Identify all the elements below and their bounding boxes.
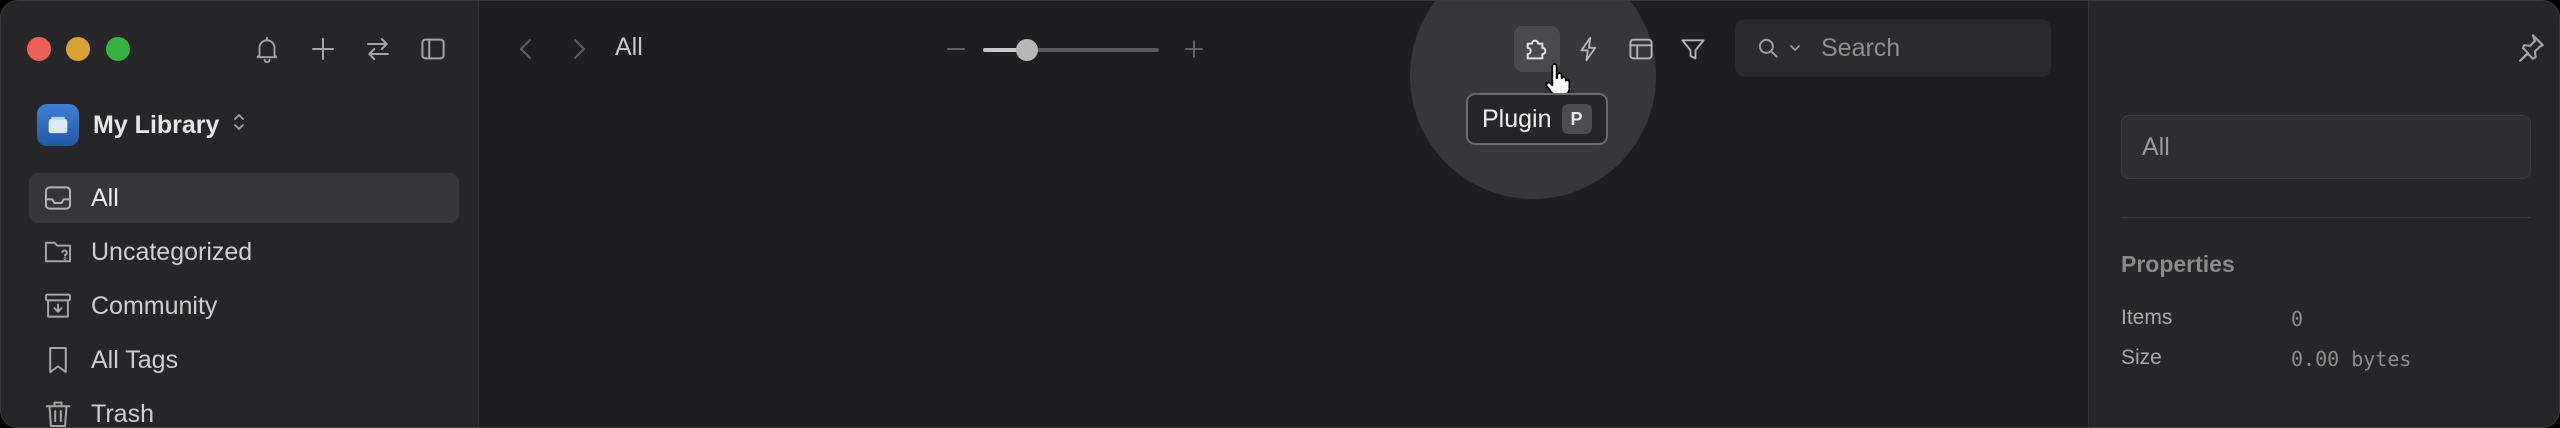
lightning-icon[interactable] [1569,29,1609,69]
app-window: My Library All Uncategorized Community A… [0,0,2560,428]
sidebar-item-community[interactable]: Community [29,281,459,331]
divider [2121,217,2531,218]
minimize-window-button[interactable] [66,37,90,61]
search-icon [1758,38,1778,58]
sidebar-item-uncategorized[interactable]: Uncategorized [29,227,459,277]
sidebar-nav: All Uncategorized Community All Tags Tra… [29,173,459,428]
chevron-up-down-icon [233,112,245,138]
library-name: My Library [93,110,220,139]
sidebar-item-all[interactable]: All [29,173,459,223]
swap-arrows-icon[interactable] [360,31,396,67]
zoom-in-icon[interactable] [1179,29,1209,69]
sidebar-item-label: All [91,183,119,212]
folder-question-icon [44,241,72,263]
property-value-size: 0.00 bytes [2291,347,2412,371]
property-label-items: Items [2121,306,2173,329]
folder-name-field[interactable]: All [2121,115,2531,179]
library-icon [37,104,79,146]
sidebar-item-all-tags[interactable]: All Tags [29,335,459,385]
zoom-slider[interactable] [983,39,1159,61]
sidebar-item-label: All Tags [91,345,179,374]
pin-icon[interactable] [2513,31,2547,65]
property-value-items: 0 [2291,307,2304,331]
bell-icon[interactable] [249,31,285,67]
zoom-slider-thumb[interactable] [1016,39,1038,61]
breadcrumb: All [615,33,643,61]
search-input[interactable]: Search [1821,34,1900,63]
properties-title: Properties [2121,251,2235,277]
archive-download-icon [44,293,72,318]
plus-icon[interactable] [305,31,341,67]
library-switcher[interactable]: My Library [37,103,245,147]
zoom-out-icon[interactable] [941,29,971,69]
forward-icon[interactable] [559,29,599,69]
sidebar-toggle-icon[interactable] [415,31,451,67]
filter-icon[interactable] [1673,29,1713,69]
sidebar-item-label: Uncategorized [91,237,253,266]
property-label-size: Size [2121,346,2162,369]
inspector-panel: All Properties Items 0 Size 0.00 bytes [2088,1,2559,427]
bookmark-icon [49,346,67,374]
search-field[interactable]: Search [1735,19,2051,77]
chevron-down-icon [1790,45,1800,51]
sidebar-item-label: Community [91,291,218,320]
sidebar: My Library All Uncategorized Community A… [1,1,479,428]
tooltip-label: Plugin [1482,104,1552,133]
tooltip-shortcut-key: P [1561,104,1592,134]
sidebar-item-label: Trash [91,399,154,428]
sidebar-item-trash[interactable]: Trash [29,389,459,428]
layout-icon[interactable] [1621,29,1661,69]
trash-icon [45,401,71,427]
zoom-window-button[interactable] [106,37,130,61]
plugin-tooltip: Plugin P [1466,93,1608,145]
close-window-button[interactable] [27,37,51,61]
inbox-icon [44,186,72,210]
back-icon[interactable] [506,29,546,69]
